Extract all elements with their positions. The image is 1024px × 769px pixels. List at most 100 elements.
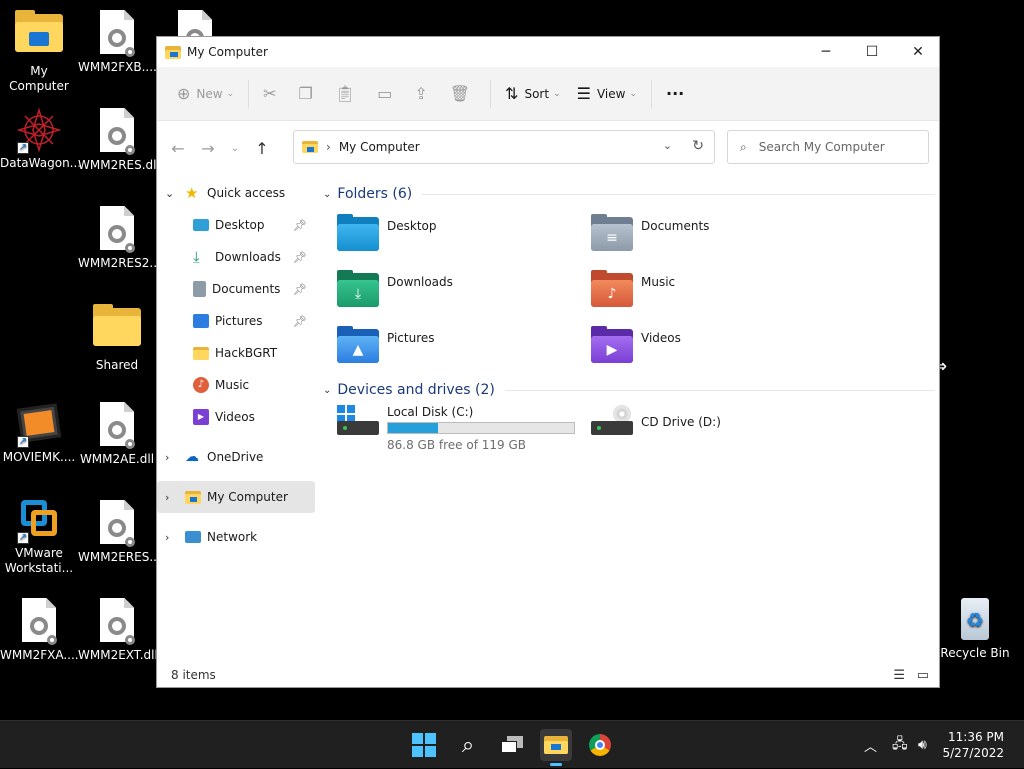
settings-file-icon [93, 108, 141, 156]
desktop-icon-file[interactable]: WMM2FXA.... [0, 596, 79, 663]
network-tray-icon[interactable]: 🖧︎ [892, 721, 908, 769]
details-view-icon[interactable]: ☰ [893, 668, 905, 683]
sidebar-item-label: Documents [212, 282, 281, 296]
hard-drive-icon [337, 405, 379, 439]
datawagon-icon: ↗ [15, 106, 63, 154]
folder-item-documents[interactable]: ≡ Documents [591, 214, 709, 253]
new-button[interactable]: ⊕ New ⌄ [169, 77, 242, 111]
chevron-down-icon: ⌄ [226, 88, 235, 99]
drive-item-cd-drive[interactable]: CD Drive (D:) [591, 405, 721, 439]
desktop-icon-moviemaker[interactable]: ↗ MOVIEMK.... [0, 400, 78, 465]
sidebar-item-desktop[interactable]: Desktop 📌︎ [157, 209, 315, 241]
drives-group-header[interactable]: ⌄ Devices and drives (2) [323, 377, 935, 403]
folder-item-desktop[interactable]: Desktop [337, 214, 437, 253]
star-icon: ★ [185, 184, 199, 202]
pin-icon: 📌︎ [293, 250, 307, 264]
chevron-down-icon: ⌄ [553, 88, 561, 99]
desktop-icon-file[interactable]: WMM2ERES.... [78, 498, 165, 565]
sidebar-item-hackbgrt[interactable]: HackBGRT [157, 337, 315, 369]
group-title: Folders (6) [337, 186, 413, 202]
copy-button[interactable]: ❐ [291, 77, 327, 111]
title-bar[interactable]: My Computer ─ ☐ ✕ [157, 37, 939, 67]
sort-icon: ⇅ [505, 84, 519, 103]
desktop-icon-file[interactable]: WMM2EXT.dll [78, 596, 158, 663]
desktop-icon-recycle-bin[interactable]: ♻ Recycle Bin [936, 596, 1014, 661]
rename-button[interactable]: ▭ [369, 77, 406, 111]
start-button[interactable] [408, 729, 440, 761]
up-button[interactable]: ↑ [247, 139, 277, 158]
search-button[interactable]: ⌕ [452, 729, 484, 761]
document-icon [193, 281, 206, 297]
sidebar-item-downloads[interactable]: ⤓ Downloads 📌︎ [157, 241, 315, 273]
folder-item-videos[interactable]: ▶ Videos [591, 326, 681, 365]
more-options-button[interactable]: ··· [658, 77, 692, 111]
share-button[interactable]: ⇪ [406, 77, 441, 111]
folder-icon [165, 45, 181, 59]
drive-label: CD Drive (D:) [641, 415, 721, 429]
taskbar-chrome[interactable] [584, 729, 616, 761]
desktop-icon-datawagon[interactable]: ↗ DataWagon... [0, 106, 81, 171]
chevron-down-icon: ⌄ [629, 88, 637, 99]
folder-icon [193, 346, 209, 360]
folder-item-pictures[interactable]: ▲ Pictures [337, 326, 435, 365]
desktop-icon-file[interactable]: WMM2RES2.... [78, 204, 165, 271]
sidebar-item-documents[interactable]: Documents 📌︎ [157, 273, 315, 305]
close-button[interactable]: ✕ [895, 37, 941, 67]
tiles-view-icon[interactable]: ▭ [917, 668, 929, 683]
delete-button[interactable]: 🗑︎ [442, 77, 484, 111]
music-folder-icon: ♪ [591, 270, 633, 309]
sidebar-item-pictures[interactable]: Pictures 📌︎ [157, 305, 315, 337]
recycle-bin-icon: ♻ [951, 596, 999, 644]
sidebar-item-quick-access[interactable]: ⌄ ★ Quick access [157, 177, 315, 209]
desktop-icon-file[interactable]: WMM2FXB.... [78, 8, 157, 75]
desktop-icon-shared[interactable]: Shared [78, 302, 156, 373]
content-pane: ⌄ Folders (6) Desktop ≡ Documents ⤓ Down… [323, 177, 935, 657]
file-explorer-window: My Computer ─ ☐ ✕ ⊕ New ⌄ ✂ ❐ 📋︎ ▭ ⇪ 🗑︎ … [156, 36, 940, 688]
clipboard-icon: 📋︎ [334, 84, 356, 103]
sidebar-item-my-computer[interactable]: › My Computer [157, 481, 315, 513]
taskbar-file-explorer[interactable] [540, 729, 572, 766]
shortcut-arrow-icon: ↗ [17, 142, 29, 154]
recent-locations-button[interactable]: ⌄ [223, 143, 247, 154]
forward-button[interactable]: → [193, 139, 223, 158]
view-button[interactable]: ☰ View ⌄ [569, 77, 645, 111]
search-input[interactable]: ⌕ Search My Computer [727, 130, 929, 164]
folder-item-downloads[interactable]: ⤓ Downloads [337, 270, 453, 309]
chevron-down-icon: ⌄ [323, 188, 332, 200]
network-icon [185, 531, 201, 543]
desktop-icon-label: VMware Workstati... [4, 546, 74, 575]
paste-button[interactable]: 📋︎ [327, 77, 369, 111]
back-button[interactable]: ← [163, 139, 193, 158]
task-view-button[interactable] [496, 729, 528, 761]
chevron-right-icon: › [326, 140, 331, 154]
desktop-icon [193, 219, 209, 231]
refresh-icon[interactable]: ↻ [692, 138, 704, 154]
sidebar-item-onedrive[interactable]: › ☁ OneDrive [157, 441, 315, 473]
minimize-button[interactable]: ─ [803, 37, 849, 67]
desktop-icon-file[interactable]: WMM2RES.dll [78, 106, 160, 173]
chevron-down-icon: ⌄ [323, 384, 332, 396]
desktop-icon-vmware[interactable]: ↗ VMware Workstati... [0, 496, 78, 576]
folder-item-music[interactable]: ♪ Music [591, 270, 675, 309]
chevron-down-icon[interactable]: ⌄ [663, 139, 672, 152]
folder-label: Pictures [387, 331, 435, 345]
divider [504, 389, 935, 391]
cut-button[interactable]: ✂ [255, 77, 290, 111]
sidebar-item-network[interactable]: › Network [157, 521, 315, 553]
shortcut-arrow-icon: ↗ [17, 532, 29, 544]
download-icon: ⤓ [193, 248, 200, 266]
desktop-icon-my-computer[interactable]: My Computer [0, 8, 78, 94]
sidebar-item-label: Music [215, 378, 250, 392]
clock[interactable]: 11:36 PM 5/27/2022 [942, 729, 1004, 761]
show-hidden-icons-button[interactable]: ︿ [864, 721, 877, 769]
address-bar[interactable]: › My Computer ⌄ ↻ [293, 130, 715, 164]
sort-button[interactable]: ⇅ Sort ⌄ [497, 77, 569, 111]
sidebar-item-videos[interactable]: ▶ Videos [157, 401, 315, 433]
desktop-icon-file[interactable]: WMM2AE.dll [78, 400, 156, 467]
sidebar-item-music[interactable]: ♪ Music [157, 369, 315, 401]
volume-tray-icon[interactable]: 🔊︎ [918, 721, 927, 769]
drive-item-local-disk[interactable]: Local Disk (C:) 86.8 GB free of 119 GB [337, 405, 575, 452]
folders-group-header[interactable]: ⌄ Folders (6) [323, 181, 935, 207]
new-label: New [196, 86, 223, 101]
maximize-button[interactable]: ☐ [849, 37, 895, 67]
